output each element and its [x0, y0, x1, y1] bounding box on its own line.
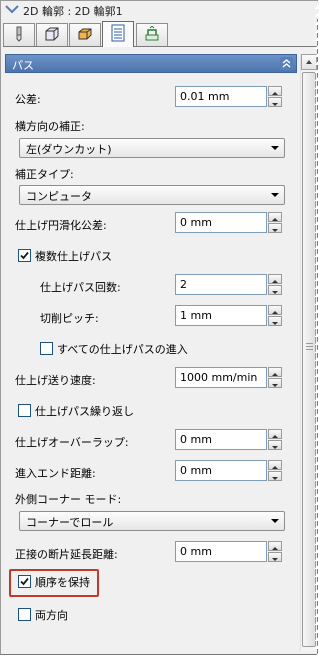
spin-up-icon[interactable]	[268, 274, 282, 284]
spin-up-icon[interactable]	[268, 305, 282, 315]
tab-shape[interactable]	[36, 23, 68, 46]
lead-end-distance-spinner: 0 mm	[175, 460, 282, 481]
section-title: パス	[12, 59, 34, 72]
finish-feed-spinner: 1000 mm/min	[175, 367, 282, 388]
keep-order-highlight	[9, 569, 99, 597]
tolerance-spinner: 0.01 mm	[175, 86, 282, 107]
lead-end-distance-input[interactable]: 0 mm	[175, 460, 267, 481]
shape-icon	[44, 26, 60, 45]
collapse-arrow-icon[interactable]	[5, 4, 19, 17]
tolerance-label: 公差:	[15, 93, 41, 106]
double-chevron-up-icon[interactable]	[280, 57, 293, 70]
multiple-finish-label: 複数仕上げパス	[35, 250, 112, 263]
spin-up-icon[interactable]	[268, 460, 282, 470]
repeat-finish-label: 仕上げパス繰り返し	[35, 405, 134, 418]
spin-up-icon[interactable]	[268, 367, 282, 377]
spin-down-icon[interactable]	[268, 552, 282, 562]
outer-corner-label: 外側コーナー モード:	[15, 493, 122, 506]
comp-type-select[interactable]: コンピュータ	[19, 185, 285, 205]
finish-smoothing-label: 仕上げ円滑化公差:	[15, 219, 107, 232]
tangent-extension-spinner: 0 mm	[175, 541, 282, 562]
tab-parameters[interactable]	[102, 21, 134, 47]
comp-type-label: 補正タイプ:	[15, 168, 74, 181]
finish-overlap-label: 仕上げオーバーラップ:	[15, 436, 129, 449]
spin-down-icon[interactable]	[268, 378, 282, 388]
finish-overlap-input[interactable]: 0 mm	[175, 429, 267, 450]
cut-pitch-label: 切削ピッチ:	[40, 312, 99, 325]
tab-stock[interactable]	[69, 23, 101, 46]
lead-end-distance-label: 進入エンド距離:	[15, 467, 96, 480]
tangent-extension-label: 正接の断片延長距離:	[15, 548, 118, 561]
spin-up-icon[interactable]	[268, 429, 282, 439]
section-header-pass[interactable]: パス	[5, 54, 297, 73]
cut-pitch-input[interactable]: 1 mm	[175, 305, 267, 326]
finish-smoothing-spinner: 0 mm	[175, 212, 282, 233]
spin-down-icon[interactable]	[268, 471, 282, 481]
finish-overlap-spinner: 0 mm	[175, 429, 282, 450]
multiple-finish-checkbox[interactable]	[18, 249, 31, 262]
finish-smoothing-input[interactable]: 0 mm	[175, 212, 267, 233]
spin-up-icon[interactable]	[268, 86, 282, 96]
window-title: 2D 輪郭 : 2D 輪郭1	[23, 5, 123, 18]
tab-strip	[3, 21, 319, 47]
tool-icon	[11, 26, 27, 45]
checkmark-icon	[20, 251, 29, 260]
all-finish-lead-checkbox[interactable]	[40, 342, 53, 355]
spin-down-icon[interactable]	[268, 316, 282, 326]
finish-count-spinner: 2	[175, 274, 282, 295]
lateral-comp-select[interactable]: 左(ダウンカット)	[19, 138, 285, 158]
tab-linking[interactable]	[136, 23, 168, 46]
all-finish-lead-label: すべての仕上げパスの進入	[57, 343, 188, 356]
spin-down-icon[interactable]	[268, 97, 282, 107]
linking-icon	[143, 24, 161, 45]
dropdown-arrow-icon	[270, 142, 280, 157]
title-bar: 2D 輪郭 : 2D 輪郭1	[1, 1, 319, 19]
outer-corner-value: コーナーでロール	[26, 516, 114, 529]
spin-up-icon[interactable]	[268, 212, 282, 222]
properties-panel: 2D 輪郭 : 2D 輪郭1 パス 公差: 0.01 mm 横方向の補正: 左(…	[0, 0, 321, 656]
cut-pitch-spinner: 1 mm	[175, 305, 282, 326]
finish-feed-label: 仕上げ送り速度:	[15, 374, 96, 387]
finish-feed-input[interactable]: 1000 mm/min	[175, 367, 267, 388]
spin-down-icon[interactable]	[268, 223, 282, 233]
tab-tool[interactable]	[3, 23, 35, 46]
repeat-finish-checkbox[interactable]	[18, 404, 31, 417]
comp-type-value: コンピュータ	[26, 190, 92, 203]
tangent-extension-input[interactable]: 0 mm	[175, 541, 267, 562]
lateral-comp-label: 横方向の補正:	[15, 120, 85, 133]
pass-section-content: 公差: 0.01 mm 横方向の補正: 左(ダウンカット) 補正タイプ: コンピ…	[5, 73, 297, 653]
tab-divider	[3, 46, 317, 47]
torn-edge	[315, 1, 321, 656]
dropdown-arrow-icon	[270, 515, 280, 530]
outer-corner-select[interactable]: コーナーでロール	[19, 511, 285, 531]
dropdown-arrow-icon	[270, 189, 280, 204]
tolerance-input[interactable]: 0.01 mm	[175, 86, 267, 107]
spin-down-icon[interactable]	[268, 440, 282, 450]
both-directions-checkbox[interactable]	[18, 608, 31, 621]
stock-icon	[77, 26, 93, 45]
spin-down-icon[interactable]	[268, 285, 282, 295]
both-directions-label: 両方向	[35, 609, 68, 622]
lateral-comp-value: 左(ダウンカット)	[26, 143, 112, 156]
finish-count-input[interactable]: 2	[175, 274, 267, 295]
list-params-icon	[110, 24, 126, 45]
spin-up-icon[interactable]	[268, 541, 282, 551]
scrollbar-thumb[interactable]	[302, 72, 316, 647]
finish-count-label: 仕上げパス回数:	[40, 281, 121, 294]
